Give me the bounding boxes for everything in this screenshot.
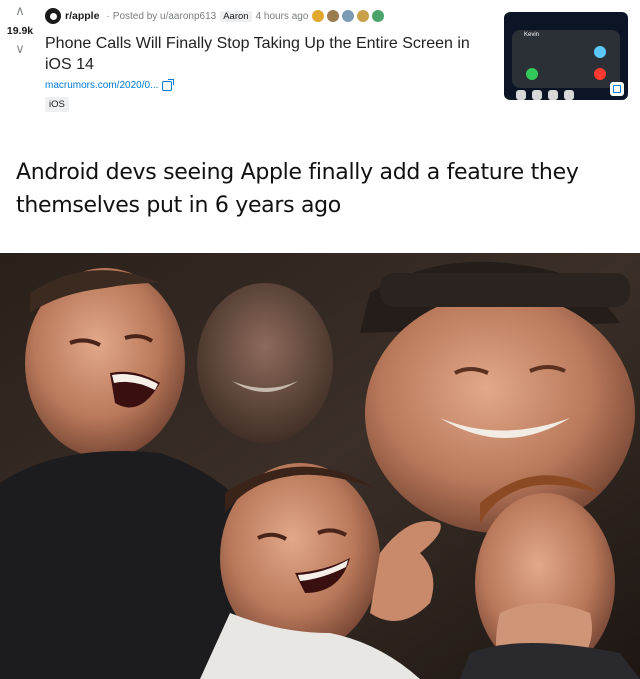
vote-score: 19.9k — [6, 25, 34, 37]
app-icon — [516, 90, 526, 100]
up-arrow-icon[interactable]: ∧ — [0, 4, 40, 18]
external-link-icon[interactable] — [162, 78, 175, 91]
posted-by[interactable]: Posted by u/aaronp613 — [113, 11, 216, 22]
thumbnail-dock — [516, 90, 616, 100]
post-tag[interactable]: iOS — [45, 97, 69, 112]
post-thumbnail[interactable]: Kevin — [504, 12, 628, 100]
laughing-collage-illustration — [0, 253, 640, 679]
app-icon — [548, 90, 558, 100]
award-icon — [342, 10, 355, 22]
vote-column: ∧ 19.9k ∨ — [0, 4, 40, 56]
external-link-icon — [610, 82, 624, 96]
award-icon — [372, 10, 385, 22]
app-icon — [564, 90, 574, 100]
award-list[interactable] — [312, 10, 385, 22]
post-link[interactable]: macrumors.com/2020/0... — [45, 78, 175, 91]
award-icon — [327, 10, 340, 22]
subreddit-link[interactable]: r/apple — [65, 10, 99, 22]
post-link-text[interactable]: macrumors.com/2020/0... — [45, 80, 158, 91]
user-flair: Aaron — [220, 10, 252, 22]
meme-photo-laughing-men — [0, 253, 640, 679]
caller-name: Kevin — [524, 32, 540, 38]
post-title[interactable]: Phone Calls Will Finally Stop Taking Up … — [45, 33, 495, 75]
app-icon — [532, 90, 542, 100]
meta-separator: · — [106, 10, 110, 22]
subreddit-icon[interactable] — [45, 8, 61, 24]
accept-call-icon — [526, 68, 538, 80]
down-arrow-icon[interactable]: ∨ — [0, 42, 40, 56]
meme-caption: Android devs seeing Apple finally add a … — [16, 160, 579, 218]
award-icon — [312, 10, 325, 22]
decline-call-icon — [594, 68, 606, 80]
post-meta: r/apple · Posted by u/aaronp613 Aaron 4 … — [45, 8, 385, 24]
post-time[interactable]: 4 hours ago — [256, 11, 309, 22]
message-icon — [594, 46, 606, 58]
reddit-post-card: ∧ 19.9k ∨ r/apple · Posted by u/aaronp61… — [0, 0, 640, 128]
award-icon — [357, 10, 370, 22]
